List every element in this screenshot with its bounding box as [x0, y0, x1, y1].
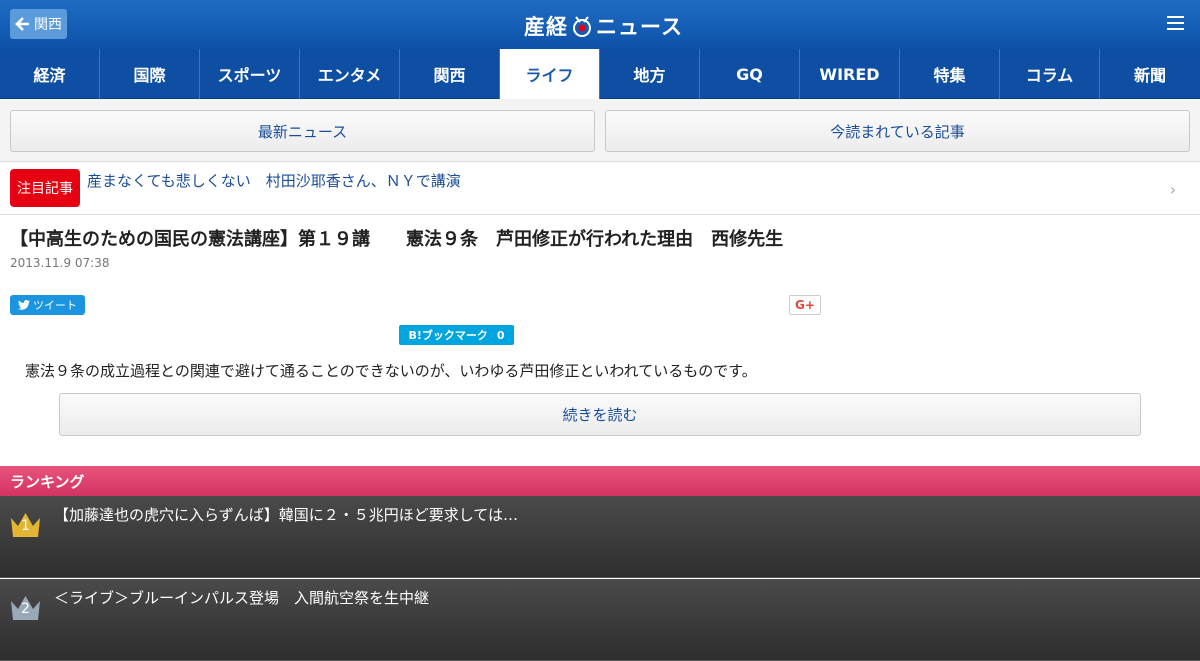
tab-local[interactable]: 地方 — [600, 49, 700, 99]
logo-text-right: ニュース — [596, 15, 683, 39]
ranking-item-title[interactable]: ＜ライブ＞ブルーインパルス登場 入間航空祭を生中継 — [54, 587, 429, 608]
article-date: 2013.11.9 07:38 — [10, 256, 110, 270]
hamburger-menu-icon[interactable] — [1167, 16, 1184, 30]
hatena-count: 0 — [496, 328, 505, 342]
tab-sports[interactable]: スポーツ — [200, 49, 300, 99]
crown-gold-icon: 1 — [10, 510, 41, 538]
back-button[interactable]: 関西 — [10, 9, 67, 39]
chevron-right-icon: › — [1169, 180, 1176, 199]
hatena-label: B!ブックマーク — [408, 329, 488, 342]
tab-gq[interactable]: GQ — [700, 49, 800, 99]
ranking-item[interactable]: 2 ＜ライブ＞ブルーインパルス登場 入間航空祭を生中継 — [0, 579, 1200, 661]
tab-kansai[interactable]: 関西 — [400, 49, 500, 99]
tweet-label: ツイート — [33, 299, 77, 312]
tab-newspaper[interactable]: 新聞 — [1100, 49, 1200, 99]
news-buttons-row: 最新ニュース 今読まれている記事 — [0, 99, 1200, 162]
site-logo[interactable]: 産経 ニュース — [524, 12, 683, 40]
tab-feature[interactable]: 特集 — [900, 49, 1000, 99]
tab-wired[interactable]: WIRED — [800, 49, 900, 99]
tab-column[interactable]: コラム — [1000, 49, 1100, 99]
ranking-header: ランキング — [0, 466, 1200, 496]
ranking-item-title[interactable]: 【加藤達也の虎穴に入らずんば】韓国に２・５兆円ほど要求しては… — [54, 504, 518, 525]
featured-article-link[interactable]: 産まなくても悲しくない 村田沙耶香さん、ＮＹで講演 — [87, 170, 461, 191]
ranking-item[interactable]: 1 【加藤達也の虎穴に入らずんば】韓国に２・５兆円ほど要求しては… — [0, 496, 1200, 578]
ranking-number: 1 — [21, 518, 30, 534]
popular-articles-button[interactable]: 今読まれている記事 — [605, 110, 1190, 152]
arrow-left-icon — [15, 17, 29, 31]
tab-international[interactable]: 国際 — [100, 49, 200, 99]
category-tabs: 経済 国際 スポーツ エンタメ 関西 ライフ 地方 GQ WIRED 特集 コラ… — [0, 49, 1200, 99]
latest-news-button[interactable]: 最新ニュース — [10, 110, 595, 152]
tab-entertainment[interactable]: エンタメ — [300, 49, 400, 99]
ranking-number: 2 — [21, 601, 30, 617]
back-button-label: 関西 — [34, 17, 62, 33]
featured-article-bar[interactable]: 注目記事 産まなくても悲しくない 村田沙耶香さん、ＮＹで講演 › — [0, 162, 1200, 215]
site-header: 関西 産経 ニュース — [0, 0, 1200, 49]
google-plus-button[interactable]: G+ — [789, 295, 821, 315]
twitter-bird-icon — [18, 300, 30, 310]
read-more-button[interactable]: 続きを読む — [59, 393, 1141, 436]
crown-silver-icon: 2 — [10, 593, 41, 621]
article-title: 【中高生のための国民の憲法講座】第１９講 憲法９条 芦田修正が行われた理由 西修… — [10, 229, 784, 250]
sankei-logo-icon — [573, 16, 591, 37]
logo-text-left: 産経 — [524, 15, 568, 39]
tab-economy[interactable]: 経済 — [0, 49, 100, 99]
hatena-bookmark-button[interactable]: B!ブックマーク 0 — [399, 325, 514, 345]
tweet-button[interactable]: ツイート — [10, 295, 85, 315]
article-lead: 憲法９条の成立過程との関連で避けて通ることのできないのが、いわゆる芦田修正といわ… — [25, 362, 757, 380]
tab-life[interactable]: ライフ — [500, 49, 600, 99]
featured-badge: 注目記事 — [10, 169, 80, 207]
